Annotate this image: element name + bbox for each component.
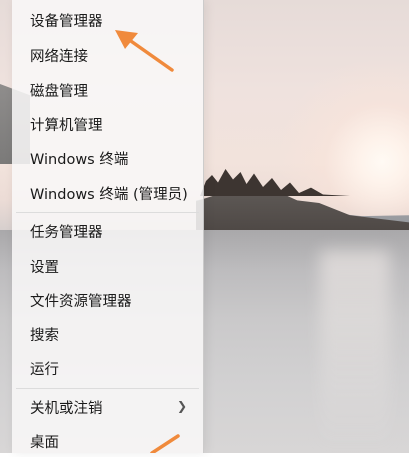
menu-item-label: 磁盘管理 [30,83,88,100]
winx-context-menu: 设备管理器 网络连接 磁盘管理 计算机管理 Windows 终端 Windows… [12,0,204,453]
menu-item-task-manager[interactable]: 任务管理器 [16,215,199,247]
menu-item-label: 文件资源管理器 [30,293,132,310]
menu-item-label: 设备管理器 [30,13,103,30]
menu-item-run[interactable]: 运行 [16,352,199,384]
menu-item-label: 设置 [30,259,59,276]
chevron-right-icon: ❯ [176,399,187,413]
menu-item-windows-terminal[interactable]: Windows 终端 [16,142,199,174]
menu-item-label: 任务管理器 [30,224,103,241]
menu-separator [16,388,199,389]
menu-item-network-connections[interactable]: 网络连接 [16,39,199,71]
menu-item-shutdown-signout[interactable]: 关机或注销 ❯ [16,391,199,423]
menu-item-computer-management[interactable]: 计算机管理 [16,108,199,140]
menu-item-file-explorer[interactable]: 文件资源管理器 [16,284,199,316]
menu-item-label: 运行 [30,361,59,378]
menu-item-windows-terminal-admin[interactable]: Windows 终端 (管理员) [16,177,199,209]
menu-item-desktop[interactable]: 桌面 [16,425,199,457]
menu-separator [16,212,199,213]
menu-item-device-manager[interactable]: 设备管理器 [16,4,199,36]
menu-item-disk-management[interactable]: 磁盘管理 [16,74,199,106]
menu-item-label: Windows 终端 [30,151,129,168]
menu-item-label: 搜索 [30,327,59,344]
wallpaper-sun-reflection [320,250,390,450]
menu-item-settings[interactable]: 设置 [16,250,199,282]
menu-item-label: 网络连接 [30,48,88,65]
menu-item-search[interactable]: 搜索 [16,318,199,350]
menu-item-label: 关机或注销 [30,400,103,417]
menu-item-label: 桌面 [30,434,59,451]
menu-item-label: Windows 终端 (管理员) [30,186,188,203]
menu-item-label: 计算机管理 [30,117,103,134]
